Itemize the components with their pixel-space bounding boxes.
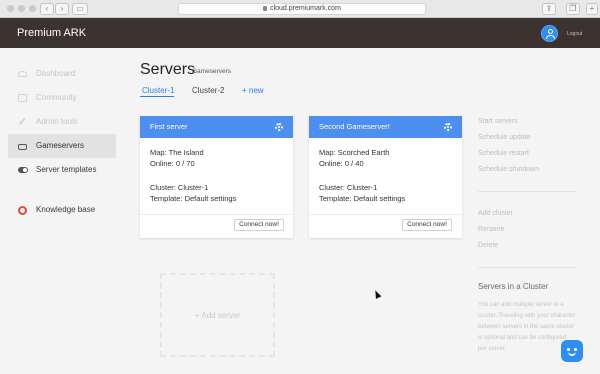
- server-online: Online: 0 / 70: [150, 159, 195, 168]
- back-icon[interactable]: ‹: [40, 3, 54, 15]
- server-name: Second Gameserver!: [319, 122, 390, 131]
- url-text: cloud.premiumark.com: [270, 5, 341, 12]
- wrench-icon: [18, 117, 28, 127]
- new-tab-icon[interactable]: +: [586, 3, 598, 15]
- server-template: Template: Default settings: [319, 194, 406, 203]
- address-bar[interactable]: cloud.premiumark.com: [178, 3, 426, 15]
- browser-toolbar: ‹ › ▭ cloud.premiumark.com ⇪ ❐ +: [0, 0, 600, 18]
- sidebar-item-label: Admin tools: [36, 117, 78, 126]
- active-tab-indicator: [140, 96, 174, 97]
- server-cluster: Cluster: Cluster-1: [150, 183, 209, 192]
- server-card: First server Map: The Island Online: 0 /…: [140, 116, 293, 238]
- server-card: Second Gameserver! Map: Scorched Earth O…: [309, 116, 462, 238]
- connect-button[interactable]: Connect now!: [402, 219, 452, 231]
- start-servers-link[interactable]: Start servers: [478, 118, 518, 125]
- sidebar-item-label: Gameservers: [36, 141, 85, 150]
- add-cluster-link[interactable]: Add cluster: [478, 210, 513, 217]
- dashboard-icon: [18, 71, 27, 77]
- mouse-cursor-icon: [372, 289, 382, 299]
- sidebar-item-label: Server templates: [36, 165, 97, 174]
- toggle-icon: [18, 167, 28, 173]
- gear-icon[interactable]: [444, 123, 452, 131]
- tab-new-cluster[interactable]: + new: [242, 86, 264, 95]
- divider: [478, 267, 576, 268]
- server-icon: [18, 144, 27, 150]
- server-template: Template: Default settings: [150, 194, 237, 203]
- server-card-header: Second Gameserver!: [309, 116, 462, 138]
- schedule-shutdown-link[interactable]: Schedule shutdown: [478, 166, 539, 173]
- minimize-window-icon[interactable]: [18, 5, 25, 12]
- rename-cluster-link[interactable]: Rename: [478, 226, 504, 233]
- sidebar: Dashboard Community Admin tools Gameserv…: [8, 62, 116, 222]
- card-divider: [309, 214, 462, 215]
- server-card-header: First server: [140, 116, 293, 138]
- card-divider: [140, 214, 293, 215]
- sidebar-item-gameservers[interactable]: Gameservers: [8, 134, 116, 158]
- chat-widget-icon[interactable]: [561, 340, 583, 362]
- add-server-label: + Add server: [194, 311, 241, 320]
- sidebar-item-dashboard[interactable]: Dashboard: [8, 62, 116, 86]
- sidebar-toggle-icon[interactable]: ▭: [72, 3, 88, 15]
- tab-cluster-2[interactable]: Cluster-2: [192, 86, 224, 95]
- server-name: First server: [150, 122, 188, 131]
- delete-cluster-link[interactable]: Delete: [478, 242, 498, 249]
- maximize-window-icon[interactable]: [29, 5, 36, 12]
- schedule-update-link[interactable]: Schedule update: [478, 134, 531, 141]
- sidebar-item-label: Community: [36, 93, 77, 102]
- page-subtitle: Gameservers: [192, 68, 232, 75]
- sidebar-item-server-templates[interactable]: Server templates: [8, 158, 116, 182]
- sidebar-item-admin-tools[interactable]: Admin tools: [8, 110, 116, 134]
- user-avatar-icon[interactable]: [541, 25, 558, 42]
- sidebar-item-label: Dashboard: [36, 69, 76, 78]
- server-map: Map: Scorched Earth: [319, 148, 390, 157]
- divider: [478, 191, 576, 192]
- sidebar-item-community[interactable]: Community: [8, 86, 116, 110]
- app-header: Premium ARK Logout: [0, 18, 600, 48]
- brand-name[interactable]: Premium ARK: [17, 27, 86, 39]
- connect-button[interactable]: Connect now!: [234, 219, 284, 231]
- schedule-restart-link[interactable]: Schedule restart: [478, 150, 529, 157]
- logout-link[interactable]: Logout: [567, 31, 582, 37]
- tab-cluster-1[interactable]: Cluster-1: [142, 86, 174, 95]
- share-icon[interactable]: ⇪: [542, 3, 556, 15]
- gear-icon[interactable]: [275, 123, 283, 131]
- sidebar-item-label: Knowledge base: [36, 205, 96, 214]
- sidebar-item-knowledge-base[interactable]: Knowledge base: [8, 198, 116, 222]
- lock-icon: [263, 6, 268, 11]
- community-icon: [18, 94, 27, 102]
- server-online: Online: 0 / 40: [319, 159, 364, 168]
- page-title: Servers: [140, 61, 196, 78]
- info-title: Servers in a Cluster: [478, 282, 549, 291]
- server-map: Map: The Island: [150, 148, 204, 157]
- add-server-placeholder[interactable]: + Add server: [160, 273, 275, 357]
- server-cluster: Cluster: Cluster-1: [319, 183, 378, 192]
- forward-icon[interactable]: ›: [55, 3, 69, 15]
- lifebuoy-icon: [18, 206, 27, 215]
- tabs-overview-icon[interactable]: ❐: [566, 3, 580, 15]
- close-window-icon[interactable]: [7, 5, 14, 12]
